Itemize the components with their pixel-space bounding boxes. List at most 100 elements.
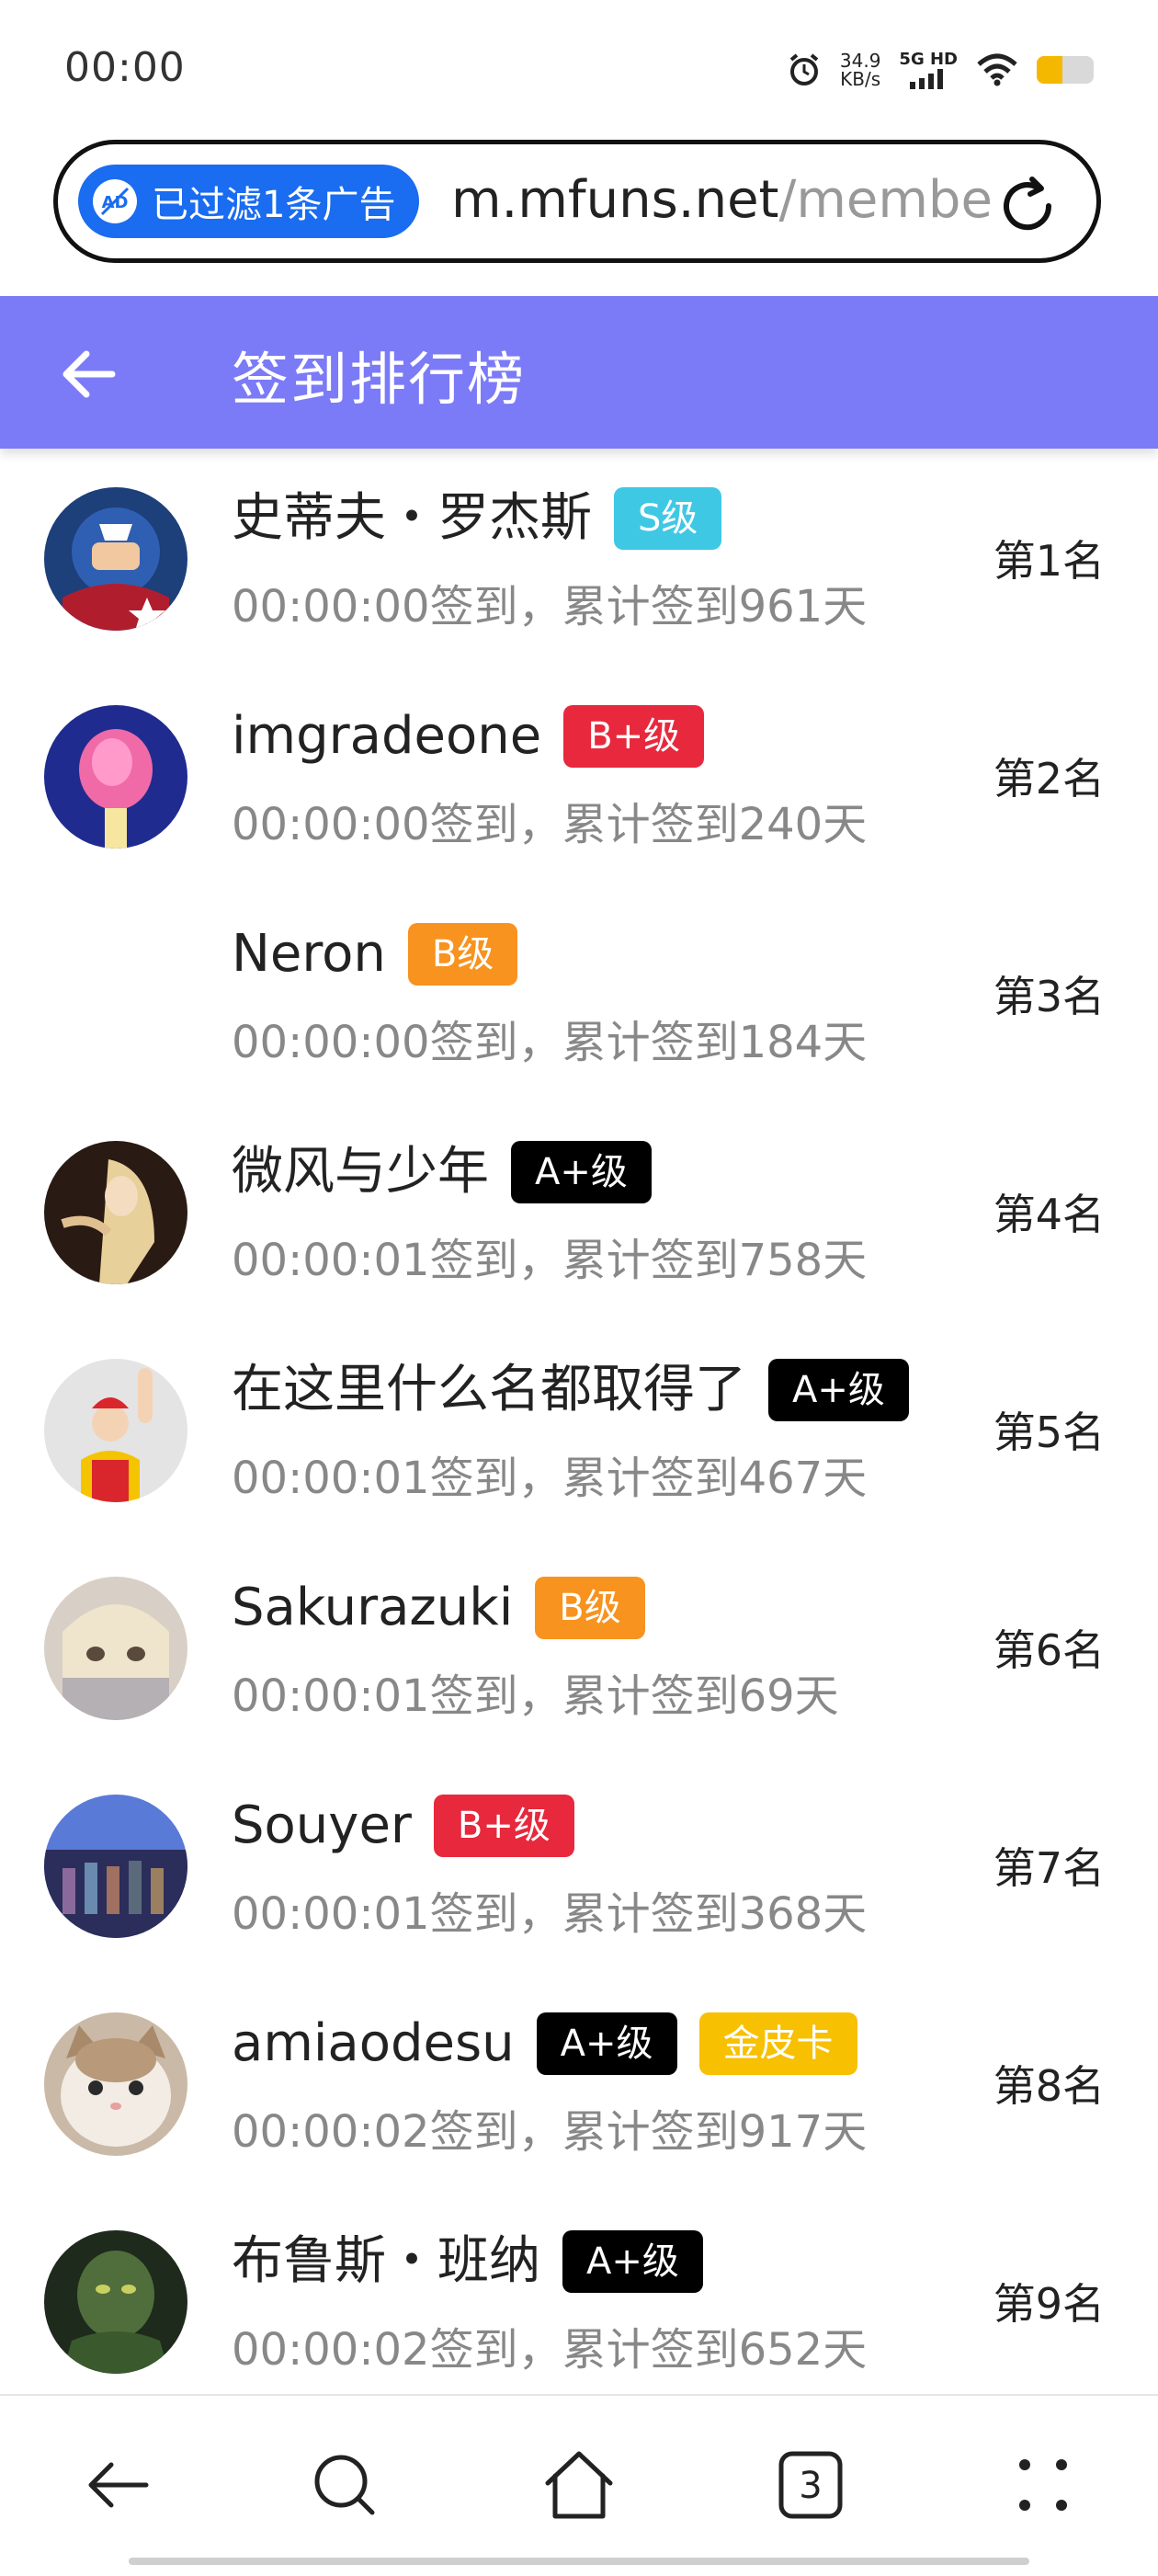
list-item[interactable]: 在这里什么名都取得了 A+级 00:00:01签到，累计签到467天 第5名 [0,1320,1158,1538]
avatar[interactable] [44,1141,187,1284]
rank-list: 史蒂夫・罗杰斯 S级 00:00:00签到，累计签到961天 第1名 imgra… [0,449,1158,2410]
list-item[interactable]: 微风与少年 A+级 00:00:01签到，累计签到758天 第4名 [0,1102,1158,1320]
list-item[interactable]: Sakurazuki B级 00:00:01签到，累计签到69天 第6名 [0,1538,1158,1756]
url-host: m.mfuns.net [451,170,779,230]
nav-home-button[interactable] [538,2444,620,2526]
avatar[interactable] [44,2012,187,2156]
status-bar: 00:00 34.9 KB/s 5G HD [0,0,1158,138]
network-speed-unit: KB/s [840,67,881,90]
ad-filter-label: 已过滤1条广告 [152,184,396,226]
rank-label: 第5名 [993,1408,1105,1457]
battery-icon [1037,55,1094,84]
name-line: Sakurazuki B级 [232,1577,645,1639]
level-badge: B级 [535,1577,645,1639]
checkin-info: 00:00:01签到，累计签到69天 [232,1670,839,1722]
user-name[interactable]: imgradeone [232,705,541,768]
level-badge: B+级 [563,705,705,768]
rank-label: 第8名 [993,2061,1105,2111]
ad-filter-pill[interactable]: AD 已过滤1条广告 [78,165,420,238]
tabs-icon: 3 [778,2451,843,2519]
level-badge: S级 [614,487,722,550]
network-speed: 34.9 KB/s [840,51,881,88]
cell-signal: 5G HD [899,50,958,89]
list-item[interactable]: Neron B级 00:00:00签到，累计签到184天 第3名 [0,884,1158,1102]
level-badge: A+级 [511,1141,652,1203]
level-badge: A+级 [536,2012,677,2075]
name-line: Neron B级 [232,923,518,986]
rank-label: 第7名 [993,1843,1105,1893]
rank-label: 第1名 [993,536,1105,586]
user-name[interactable]: 布鲁斯・班纳 [232,2230,540,2293]
battery-level [1037,55,1062,84]
name-line: amiaodesu A+级 金皮卡 [232,2012,857,2075]
name-line: 在这里什么名都取得了 A+级 [232,1359,909,1421]
tab-count: 3 [799,2465,822,2507]
level-badge: B+级 [433,1795,574,1857]
user-name[interactable]: 史蒂夫・罗杰斯 [232,487,592,550]
nav-more-button[interactable] [1002,2444,1084,2526]
address-bar[interactable]: AD 已过滤1条广告 m.mfuns.net/membe [53,140,1101,263]
rank-label: 第9名 [993,2279,1105,2329]
level-badge: B级 [407,923,518,986]
card-badge: 金皮卡 [698,2012,857,2075]
user-name[interactable]: amiaodesu [232,2012,515,2075]
page-title: 签到排行榜 [232,346,527,413]
back-arrow-icon[interactable] [57,342,121,406]
status-icons: 34.9 KB/s 5G HD [787,50,1094,89]
app-header: 签到排行榜 [0,296,1158,449]
network-speed-value: 34.9 [839,49,881,72]
user-name[interactable]: Souyer [232,1795,412,1857]
avatar[interactable] [44,487,187,631]
user-name[interactable]: 在这里什么名都取得了 [232,1359,746,1421]
level-badge: A+级 [562,2230,703,2293]
status-time: 00:00 [64,44,186,91]
checkin-info: 00:00:00签到，累计签到961天 [232,581,868,633]
rank-label: 第4名 [993,1190,1105,1239]
checkin-info: 00:00:02签到，累计签到917天 [232,2106,868,2158]
checkin-info: 00:00:02签到，累计签到652天 [232,2324,868,2376]
user-name[interactable]: Sakurazuki [232,1577,513,1639]
level-badge: A+级 [768,1359,909,1421]
checkin-info: 00:00:00签到，累计签到184天 [232,1017,868,1068]
home-icon [545,2451,613,2519]
list-item[interactable]: 布鲁斯・班纳 A+级 00:00:02签到，累计签到652天 第9名 [0,2192,1158,2410]
url-text[interactable]: m.mfuns.net/membe [451,170,1012,230]
network-type: 5G HD [899,50,958,69]
nav-search-button[interactable] [303,2444,386,2526]
list-item[interactable]: imgradeone B+级 00:00:00签到，累计签到240天 第2名 [0,667,1158,884]
checkin-info: 00:00:01签到，累计签到467天 [232,1453,868,1504]
list-item[interactable]: amiaodesu A+级 金皮卡 00:00:02签到，累计签到917天 第8… [0,1974,1158,2192]
alarm-icon [789,52,819,85]
checkin-info: 00:00:01签到，累计签到758天 [232,1235,868,1286]
more-icon [1019,2459,1067,2511]
nav-tabs-button[interactable]: 3 [769,2444,852,2526]
avatar[interactable] [44,2230,187,2374]
url-path: /membe [778,170,993,230]
nav-back-button[interactable] [75,2444,158,2526]
gesture-bar[interactable] [129,2558,1029,2565]
name-line: 微风与少年 A+级 [232,1141,652,1203]
name-line: imgradeone B+级 [232,705,705,768]
ad-block-icon: AD [93,179,137,223]
reload-icon[interactable] [995,174,1060,238]
search-icon [314,2455,375,2515]
checkin-info: 00:00:01签到，累计签到368天 [232,1888,868,1940]
name-line: 布鲁斯・班纳 A+级 [232,2230,703,2293]
rank-label: 第3名 [993,972,1105,1021]
avatar[interactable] [44,705,187,849]
rank-label: 第6名 [993,1625,1105,1675]
user-name[interactable]: 微风与少年 [232,1141,489,1203]
name-line: Souyer B+级 [232,1795,574,1857]
back-arrow-icon [88,2462,149,2508]
list-item[interactable]: 史蒂夫・罗杰斯 S级 00:00:00签到，累计签到961天 第1名 [0,449,1158,667]
wifi-icon [977,53,1017,85]
avatar[interactable] [44,1577,187,1720]
list-item[interactable]: Souyer B+级 00:00:01签到，累计签到368天 第7名 [0,1756,1158,1974]
rank-label: 第2名 [993,754,1105,804]
avatar[interactable] [44,1359,187,1502]
checkin-info: 00:00:00签到，累计签到240天 [232,799,868,850]
signal-bars-icon [910,69,944,89]
user-name[interactable]: Neron [232,923,386,986]
bottom-nav: 3 [0,2394,1158,2576]
avatar[interactable] [44,1795,187,1938]
